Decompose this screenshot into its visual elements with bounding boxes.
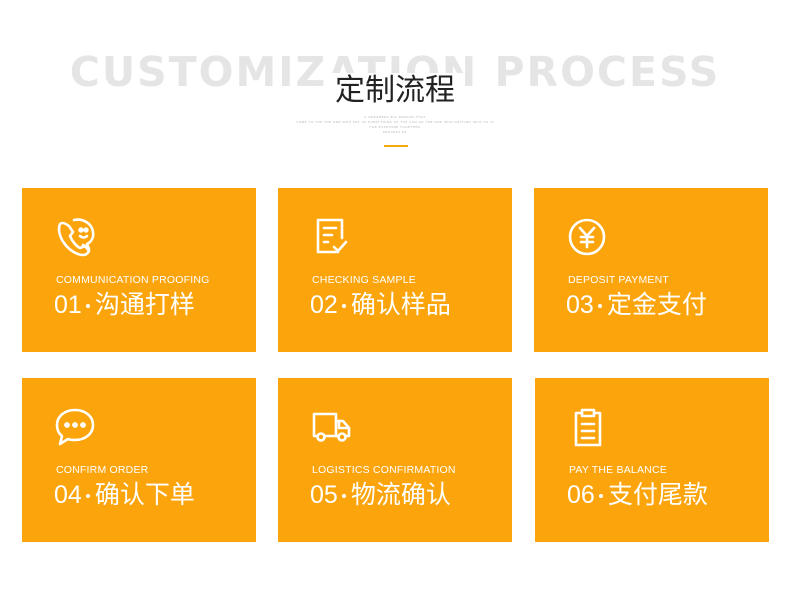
step-number: 02 xyxy=(310,291,338,319)
step-number: 01 xyxy=(54,291,82,319)
separator-dot xyxy=(341,304,346,308)
step-number: 05 xyxy=(310,481,338,509)
separator-dot xyxy=(598,494,603,498)
clipboard-list-icon xyxy=(565,404,611,450)
yen-coin-icon xyxy=(564,214,610,260)
accent-divider xyxy=(384,145,408,147)
page-title: 定制流程 xyxy=(0,72,790,110)
step-chinese-label: 05 物流确认 xyxy=(310,478,451,512)
separator-dot xyxy=(341,494,346,498)
step-chinese-label: 06 支付尾款 xyxy=(567,478,708,512)
step-english-label: CHECKING SAMPLE xyxy=(312,274,416,286)
step-title: 确认样品 xyxy=(350,290,451,319)
step-chinese-label: 01 沟通打样 xyxy=(54,288,195,322)
fine-print-line: PROCESS OF xyxy=(382,130,408,134)
step-chinese-label: 04 确认下单 xyxy=(54,478,195,512)
step-title: 物流确认 xyxy=(350,480,451,509)
step-number: 04 xyxy=(54,481,82,509)
speech-bubble-icon xyxy=(52,404,98,450)
step-card-communication-proofing: COMMUNICATION PROOFING 01 沟通打样 xyxy=(22,188,256,352)
step-title: 沟通打样 xyxy=(94,290,195,319)
step-english-label: CONFIRM ORDER xyxy=(56,464,149,476)
fine-print: A DREAMERS BIG DREAMS THAT COME TO THE T… xyxy=(0,115,790,135)
separator-dot xyxy=(85,494,90,498)
step-card-logistics-confirmation: LOGISTICS CONFIRMATION 05 物流确认 xyxy=(278,378,512,542)
phone-chat-icon xyxy=(52,214,98,260)
step-title: 支付尾款 xyxy=(607,480,708,509)
page-title-text: 定制流程 xyxy=(325,73,465,108)
step-number: 03 xyxy=(566,291,594,319)
step-chinese-label: 03 定金支付 xyxy=(566,288,707,322)
step-card-confirm-order: CONFIRM ORDER 04 确认下单 xyxy=(22,378,256,542)
step-card-deposit-payment: DEPOSIT PAYMENT 03 定金支付 xyxy=(534,188,768,352)
step-english-label: DEPOSIT PAYMENT xyxy=(568,274,670,286)
step-title: 确认下单 xyxy=(94,480,195,509)
step-chinese-label: 02 确认样品 xyxy=(310,288,451,322)
separator-dot xyxy=(597,304,602,308)
separator-dot xyxy=(85,304,90,308)
step-card-pay-the-balance: PAY THE BALANCE 06 支付尾款 xyxy=(535,378,769,542)
step-card-checking-sample: CHECKING SAMPLE 02 确认样品 xyxy=(278,188,512,352)
delivery-truck-icon xyxy=(308,404,354,450)
step-english-label: COMMUNICATION PROOFING xyxy=(56,274,210,286)
step-number: 06 xyxy=(567,481,595,509)
step-english-label: LOGISTICS CONFIRMATION xyxy=(312,464,456,476)
step-english-label: PAY THE BALANCE xyxy=(569,464,667,476)
step-title: 定金支付 xyxy=(606,290,707,319)
document-check-icon xyxy=(308,214,354,260)
